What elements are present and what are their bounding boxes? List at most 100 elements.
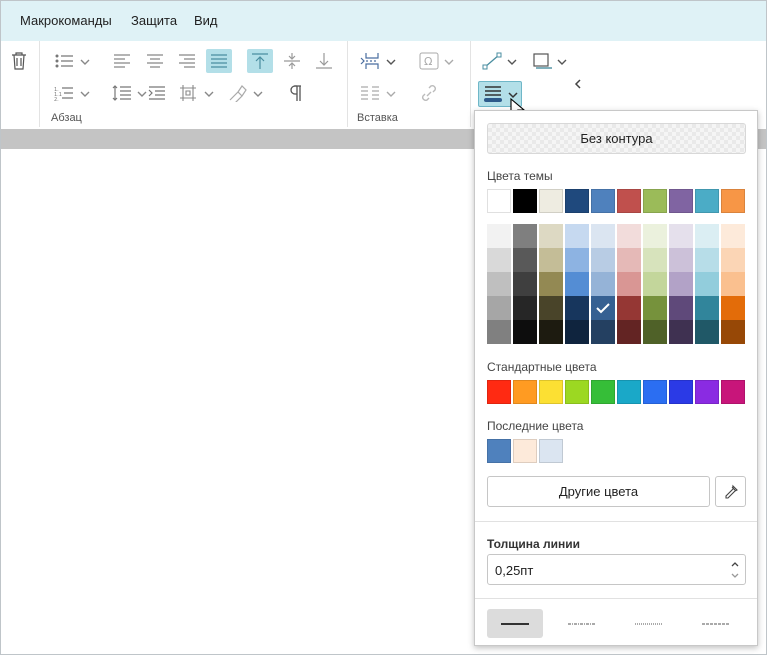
standard-color-swatch[interactable] [591,380,615,404]
theme-shade-swatch[interactable] [617,224,641,248]
standard-color-swatch[interactable] [695,380,719,404]
columns-button[interactable] [357,81,383,105]
theme-shade-swatch[interactable] [669,296,693,320]
spin-up-icon[interactable] [729,558,741,570]
delete-button[interactable] [6,49,32,73]
line-width-input[interactable]: 0,25пт [487,554,746,585]
theme-color-swatch[interactable] [539,189,563,213]
theme-shade-swatch[interactable] [617,248,641,272]
theme-shade-swatch[interactable] [539,224,563,248]
numbered-list-button[interactable]: 1. 1.1 2. [51,81,77,105]
theme-shade-swatch[interactable] [617,272,641,296]
theme-color-swatch[interactable] [487,189,511,213]
theme-color-swatch[interactable] [591,189,615,213]
line-spacing-button[interactable] [109,81,135,105]
chevron-down-icon[interactable] [80,89,90,99]
theme-shade-swatch[interactable] [695,320,719,344]
chevron-down-icon[interactable] [507,57,517,67]
theme-shade-swatch[interactable] [539,320,563,344]
theme-color-swatch[interactable] [643,189,667,213]
standard-color-swatch[interactable] [487,380,511,404]
theme-shade-swatch[interactable] [565,272,589,296]
theme-shade-swatch[interactable] [487,224,511,248]
theme-shade-swatch[interactable] [591,320,615,344]
theme-shade-swatch[interactable] [721,248,745,272]
eyedropper-button[interactable] [715,476,746,507]
standard-color-swatch[interactable] [513,380,537,404]
theme-shade-swatch[interactable] [695,248,719,272]
theme-shade-swatch[interactable] [513,320,537,344]
theme-shade-swatch[interactable] [617,296,641,320]
theme-shade-swatch[interactable] [513,272,537,296]
theme-shade-swatch[interactable] [565,224,589,248]
theme-color-swatch[interactable] [617,189,641,213]
theme-shade-swatch[interactable] [487,296,511,320]
collapse-ribbon-icon[interactable] [573,79,583,89]
line-style-solid[interactable] [487,609,543,638]
theme-shade-swatch[interactable] [487,320,511,344]
standard-color-swatch[interactable] [669,380,693,404]
theme-shade-swatch[interactable] [487,248,511,272]
theme-shade-swatch[interactable] [643,248,667,272]
indent-button[interactable] [144,81,170,105]
theme-shade-swatch[interactable] [591,296,615,320]
recent-color-swatch[interactable] [539,439,563,463]
menu-macros[interactable]: Макрокоманды [20,13,112,28]
theme-color-swatch[interactable] [669,189,693,213]
theme-shade-swatch[interactable] [565,248,589,272]
theme-shade-swatch[interactable] [513,224,537,248]
align-left-button[interactable] [109,49,135,73]
chevron-down-icon[interactable] [80,57,90,67]
line-style-dash-dot[interactable] [554,609,610,638]
theme-shade-swatch[interactable] [617,320,641,344]
more-colors-button[interactable]: Другие цвета [487,476,710,507]
standard-color-swatch[interactable] [721,380,745,404]
theme-shade-swatch[interactable] [591,224,615,248]
theme-shade-swatch[interactable] [591,248,615,272]
align-right-button[interactable] [174,49,200,73]
theme-shade-swatch[interactable] [643,224,667,248]
line-style-dotted[interactable] [621,609,677,638]
recent-color-swatch[interactable] [487,439,511,463]
theme-shade-swatch[interactable] [721,296,745,320]
theme-shade-swatch[interactable] [539,296,563,320]
align-justify-button[interactable] [206,49,232,73]
standard-color-swatch[interactable] [565,380,589,404]
spin-down-icon[interactable] [729,570,741,582]
text-direction-button[interactable] [225,81,251,105]
theme-shade-swatch[interactable] [565,296,589,320]
theme-shade-swatch[interactable] [513,248,537,272]
page-break-button[interactable] [357,49,383,73]
theme-shade-swatch[interactable] [695,224,719,248]
theme-shade-swatch[interactable] [539,272,563,296]
valign-middle-button[interactable] [279,49,305,73]
valign-bottom-button[interactable] [311,49,337,73]
theme-shade-swatch[interactable] [643,296,667,320]
theme-shade-swatch[interactable] [669,320,693,344]
align-center-button[interactable] [142,49,168,73]
shape-line-button[interactable] [479,49,505,73]
chevron-down-icon[interactable] [204,89,214,99]
theme-shade-swatch[interactable] [695,272,719,296]
insert-symbol-button[interactable]: Ω [416,49,442,73]
theme-shade-swatch[interactable] [669,224,693,248]
line-style-dashed[interactable] [688,609,744,638]
theme-shade-swatch[interactable] [669,272,693,296]
chevron-down-icon[interactable] [557,57,567,67]
menu-protection[interactable]: Защита [131,13,177,28]
insert-link-button[interactable] [416,81,442,105]
theme-color-swatch[interactable] [695,189,719,213]
bullet-list-button[interactable] [51,49,77,73]
menu-view[interactable]: Вид [194,13,218,28]
theme-shade-swatch[interactable] [721,224,745,248]
theme-color-swatch[interactable] [721,189,745,213]
paragraph-spacing-button[interactable] [175,81,201,105]
show-marks-button[interactable] [283,81,309,105]
chevron-down-icon[interactable] [444,57,454,67]
theme-shade-swatch[interactable] [721,320,745,344]
wrap-text-button[interactable] [529,49,555,73]
theme-shade-swatch[interactable] [513,296,537,320]
theme-shade-swatch[interactable] [721,272,745,296]
standard-color-swatch[interactable] [539,380,563,404]
theme-shade-swatch[interactable] [695,296,719,320]
